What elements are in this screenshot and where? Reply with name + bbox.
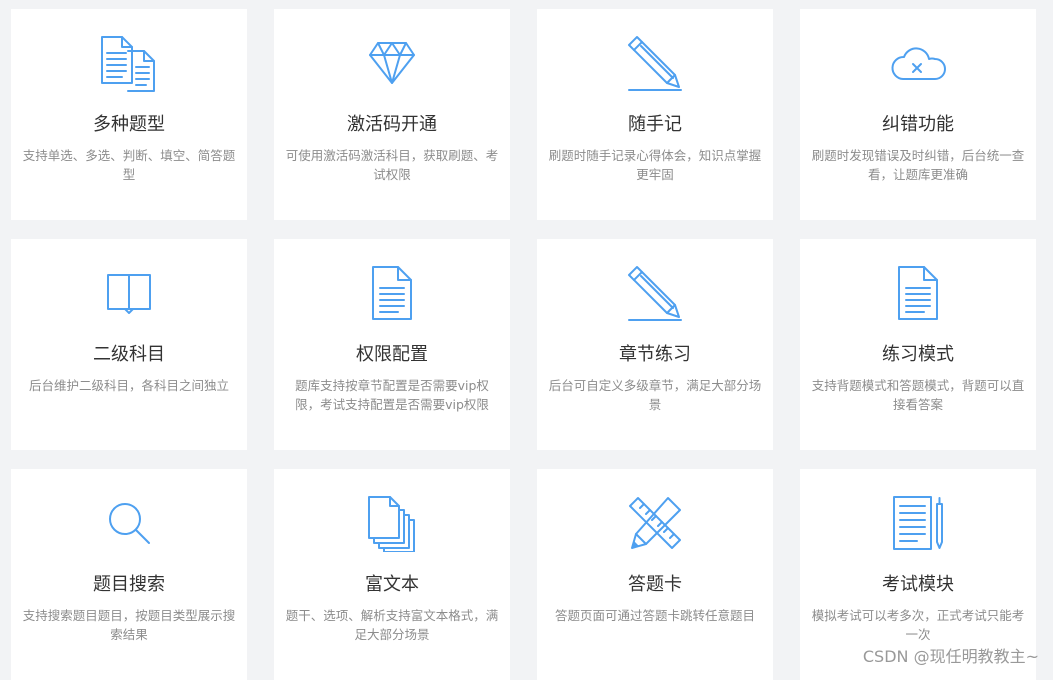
feature-title: 章节练习 bbox=[619, 344, 691, 365]
feature-description: 后台维护二级科目，各科目之间独立 bbox=[28, 378, 229, 393]
feature-card-rich-text[interactable]: 富文本 题干、选项、解析支持富文本格式，满足大部分场景 bbox=[274, 469, 510, 680]
feature-title: 考试模块 bbox=[882, 574, 954, 595]
feature-description: 题干、选项、解析支持富文本格式，满足大部分场景 bbox=[285, 608, 499, 642]
ruler-pencil-icon bbox=[537, 491, 773, 555]
feature-title: 激活码开通 bbox=[347, 114, 437, 135]
document-icon bbox=[800, 261, 1036, 325]
feature-description: 支持搜索题目题目，按题目类型展示搜索结果 bbox=[22, 608, 236, 642]
feature-description: 模拟考试可以考多次，正式考试只能考一次 bbox=[811, 608, 1025, 642]
watermark: CSDN @现任明教教主~ bbox=[862, 647, 1039, 666]
feature-title: 纠错功能 bbox=[882, 114, 954, 135]
open-book-icon bbox=[11, 261, 247, 325]
feature-description: 刷题时发现错误及时纠错，后台统一查看，让题库更准确 bbox=[811, 148, 1025, 182]
feature-title: 练习模式 bbox=[882, 344, 954, 365]
feature-title: 随手记 bbox=[628, 114, 682, 135]
pencil-icon bbox=[537, 31, 773, 95]
feature-description: 答题页面可通过答题卡跳转任意题目 bbox=[554, 608, 755, 623]
feature-card-practice-mode[interactable]: 练习模式 支持背题模式和答题模式，背题可以直接看答案 bbox=[800, 239, 1036, 450]
feature-card-notes[interactable]: 随手记 刷题时随手记录心得体会，知识点掌握更牢固 bbox=[537, 9, 773, 220]
feature-description: 后台可自定义多级章节，满足大部分场景 bbox=[548, 378, 762, 412]
feature-description: 可使用激活码激活科目，获取刷题、考试权限 bbox=[285, 148, 499, 182]
feature-card-answer-sheet[interactable]: 答题卡 答题页面可通过答题卡跳转任意题目 bbox=[537, 469, 773, 680]
notepad-pen-icon bbox=[800, 491, 1036, 555]
feature-description: 支持单选、多选、判断、填空、简答题型 bbox=[22, 148, 236, 182]
document-icon bbox=[274, 261, 510, 325]
feature-card-question-search[interactable]: 题目搜索 支持搜索题目题目，按题目类型展示搜索结果 bbox=[11, 469, 247, 680]
feature-title: 答题卡 bbox=[628, 574, 682, 595]
feature-card-error-correction[interactable]: 纠错功能 刷题时发现错误及时纠错，后台统一查看，让题库更准确 bbox=[800, 9, 1036, 220]
feature-card-multi-question-types[interactable]: 多种题型 支持单选、多选、判断、填空、简答题型 bbox=[11, 9, 247, 220]
feature-title: 题目搜索 bbox=[93, 574, 165, 595]
feature-title: 多种题型 bbox=[93, 114, 165, 135]
feature-description: 支持背题模式和答题模式，背题可以直接看答案 bbox=[811, 378, 1025, 412]
search-icon bbox=[11, 491, 247, 555]
diamond-icon bbox=[274, 31, 510, 95]
feature-card-activation-code[interactable]: 激活码开通 可使用激活码激活科目，获取刷题、考试权限 bbox=[274, 9, 510, 220]
feature-card-sub-subjects[interactable]: 二级科目 后台维护二级科目，各科目之间独立 bbox=[11, 239, 247, 450]
feature-card-chapter-practice[interactable]: 章节练习 后台可自定义多级章节，满足大部分场景 bbox=[537, 239, 773, 450]
feature-description: 题库支持按章节配置是否需要vip权限，考试支持配置是否需要vip权限 bbox=[295, 378, 489, 412]
feature-grid: 多种题型 支持单选、多选、判断、填空、简答题型 激活码开通 可使用激活码激活科目… bbox=[11, 9, 1036, 680]
pencil-icon bbox=[537, 261, 773, 325]
feature-title: 富文本 bbox=[365, 574, 419, 595]
documents-icon bbox=[11, 31, 247, 95]
stacked-pages-icon bbox=[274, 491, 510, 555]
cloud-error-icon bbox=[800, 31, 1036, 95]
feature-title: 权限配置 bbox=[356, 344, 428, 365]
feature-description: 刷题时随手记录心得体会，知识点掌握更牢固 bbox=[548, 148, 762, 182]
feature-card-permission-config[interactable]: 权限配置 题库支持按章节配置是否需要vip权限，考试支持配置是否需要vip权限 bbox=[274, 239, 510, 450]
feature-title: 二级科目 bbox=[93, 344, 165, 365]
